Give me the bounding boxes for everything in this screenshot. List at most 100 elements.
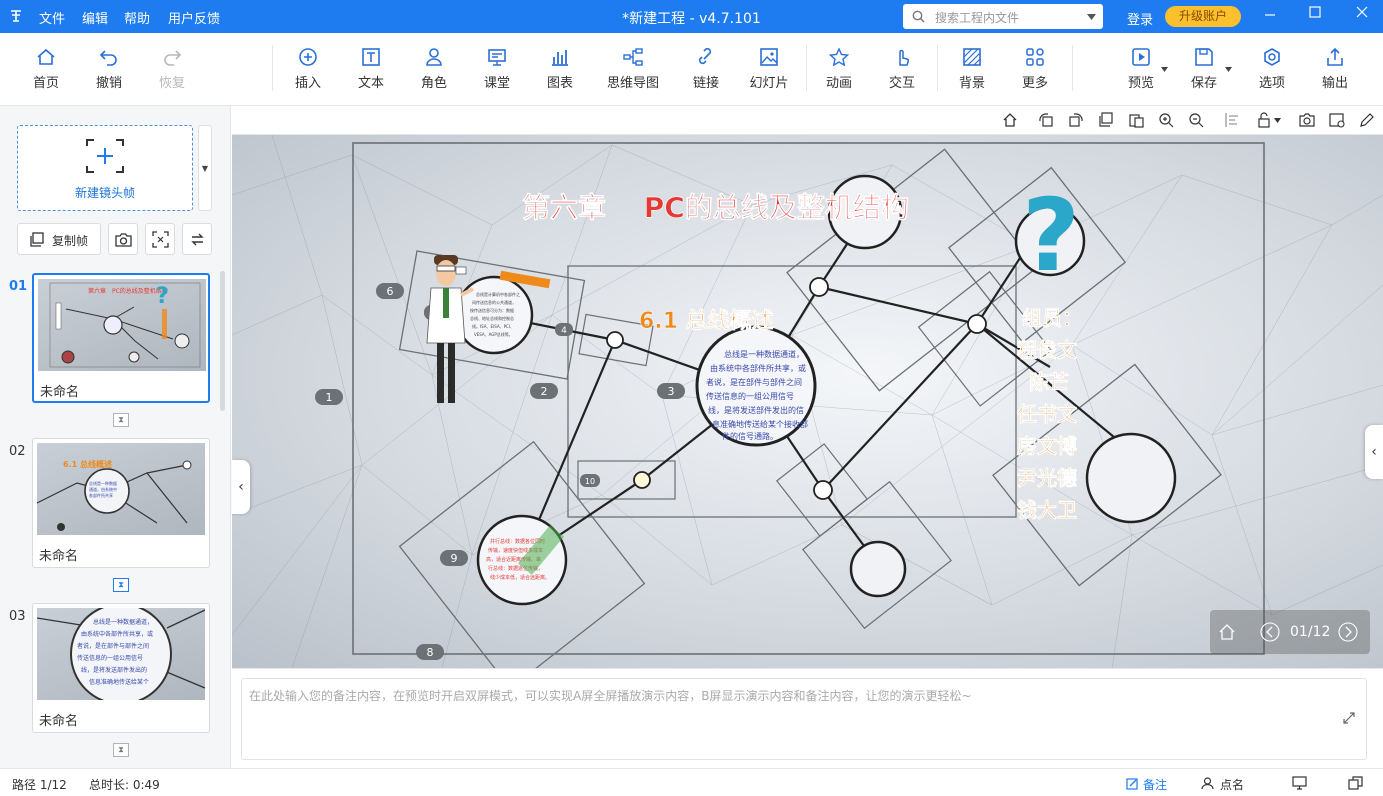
export-button[interactable]: 输出 [1305, 48, 1365, 91]
preview-label: 预览 [1127, 76, 1154, 91]
close-icon[interactable] [1352, 6, 1372, 26]
minimize-icon[interactable] [1260, 6, 1280, 26]
svg-text:间传送信息的公共通道，: 间传送信息的公共通道， [472, 299, 516, 305]
notes-input[interactable]: 在此处输入您的备注内容，在预览时开启双屏模式，可以实现A屏全屏播放演示内容，B屏… [241, 678, 1367, 760]
mindmap-button[interactable]: 思维导图 [593, 48, 673, 91]
rotate-left-icon[interactable] [1038, 112, 1054, 128]
align-icon[interactable] [1224, 112, 1240, 128]
edit-icon[interactable] [1359, 112, 1375, 128]
classroom-label: 课堂 [483, 76, 510, 91]
login-link[interactable]: 登录 [1127, 9, 1153, 28]
chart-button[interactable]: 图表 [530, 48, 590, 91]
text-icon [362, 48, 380, 66]
undo-button[interactable]: 撤销 [79, 48, 139, 91]
paste-icon[interactable] [1128, 112, 1144, 128]
svg-text:线，是将发送部件发出的信: 线，是将发送部件发出的信 [708, 405, 804, 415]
members-list[interactable]: 组员： 程俊文 陈芒 任书文 房文博 尹光德 钱大卫 [1016, 306, 1083, 523]
classroom-button[interactable]: 课堂 [467, 48, 527, 91]
node-circle[interactable] [849, 540, 907, 598]
plus-circle-icon [299, 48, 317, 66]
new-frame-button[interactable]: 新建镜头帧 [17, 125, 193, 211]
menu-help[interactable]: 帮助 [124, 8, 150, 27]
fit-frame-button[interactable] [145, 223, 175, 255]
slide-title[interactable]: 第六章 PC的总线及整机结构 [522, 191, 909, 225]
upgrade-button[interactable]: 升级账户 [1165, 6, 1241, 27]
slides-button[interactable]: 幻灯片 [739, 48, 799, 91]
toolbar-divider [806, 45, 807, 91]
role-button[interactable]: 角色 [404, 48, 464, 91]
slide-canvas[interactable]: 总线是计算机中各部件之 间传送信息的公共通道， 按传送信息可分为：数据 总线、地址总线… [232, 135, 1383, 668]
menu-edit[interactable]: 编辑 [82, 8, 108, 27]
chevron-down-icon[interactable] [1225, 67, 1232, 72]
interact-label: 交互 [888, 76, 915, 91]
options-button[interactable]: 选项 [1242, 48, 1302, 91]
slide-preview: 第六章 PC的总线及整机结构 ? [38, 279, 206, 371]
background-button[interactable]: 背景 [942, 48, 1002, 91]
person-icon[interactable] [1201, 777, 1214, 790]
content-circle[interactable] [454, 275, 534, 355]
search-input[interactable]: 搜索工程内文件 [903, 4, 1103, 29]
camera-icon[interactable] [1299, 112, 1315, 128]
svg-text:按传送信息可分为：数据: 按传送信息可分为：数据 [470, 307, 514, 313]
transition-icon[interactable]: ⧗ [113, 743, 129, 757]
lock-icon[interactable] [1256, 112, 1272, 128]
slide-thumbnail-1[interactable]: 第六章 PC的总线及整机结构 ? 未命名 [32, 273, 210, 403]
star-icon [829, 48, 849, 66]
menu-feedback[interactable]: 用户反馈 [168, 8, 220, 27]
zoom-in-icon[interactable] [1158, 112, 1174, 128]
home-icon[interactable] [1218, 623, 1236, 641]
redo-button[interactable]: 恢复 [142, 48, 202, 91]
prev-slide-icon[interactable] [1260, 622, 1280, 642]
menu-file[interactable]: 文件 [39, 8, 65, 27]
maximize-icon[interactable] [1305, 6, 1325, 26]
collapse-right-panel-button[interactable]: ‹ [1365, 425, 1383, 479]
node-circle[interactable] [1085, 432, 1177, 524]
node-dot[interactable] [809, 277, 829, 297]
svg-text:各部件所共享: 各部件所共享 [89, 492, 113, 498]
link-icon [698, 48, 712, 65]
rotate-right-icon[interactable] [1068, 112, 1084, 128]
frame-outline[interactable] [786, 148, 1038, 392]
transition-icon[interactable]: ⧗ [113, 413, 129, 427]
expand-icon[interactable] [1342, 711, 1356, 725]
slide-subtitle[interactable]: 6.1 总线概述 [639, 308, 774, 335]
notes-toggle-button[interactable]: 备注 [1143, 776, 1167, 793]
insert-button[interactable]: 插入 [278, 48, 338, 91]
home-button[interactable]: 首页 [16, 48, 76, 91]
swap-frame-button[interactable] [182, 223, 212, 255]
interact-button[interactable]: 交互 [872, 48, 932, 91]
new-frame-dropdown[interactable]: ▼ [198, 125, 212, 211]
zoom-out-icon[interactable] [1188, 112, 1204, 128]
image-settings-icon[interactable] [1329, 112, 1345, 128]
copy-frame-button[interactable]: 复制帧 [17, 223, 101, 255]
sidebar-scrollbar[interactable] [220, 271, 225, 411]
slide-title-label: 未命名 [39, 549, 79, 564]
chevron-down-icon[interactable] [1087, 14, 1096, 20]
node-dot[interactable] [967, 314, 987, 334]
chevron-down-icon[interactable] [1161, 67, 1168, 72]
rollcall-button[interactable]: 点名 [1220, 776, 1244, 793]
node-dot[interactable] [606, 331, 624, 349]
camera-icon [115, 233, 132, 247]
copy-icon[interactable] [1098, 112, 1114, 128]
home-icon[interactable] [1002, 112, 1018, 128]
window-mode-icon[interactable] [1348, 776, 1363, 790]
next-slide-icon[interactable] [1338, 622, 1358, 642]
slide-number: 03 [9, 609, 26, 624]
node-dot[interactable] [633, 471, 651, 489]
chevron-down-icon[interactable] [1274, 118, 1281, 123]
screen-icon[interactable] [1292, 776, 1307, 790]
collapse-left-panel-button[interactable]: ‹ [232, 460, 250, 514]
transition-icon[interactable]: ⧗ [113, 578, 129, 592]
slide-thumbnail-3[interactable]: 总线是一种数据通道， 由系统中各部件所共享，或 者说，是在部件与部件之间 传送信… [32, 603, 210, 733]
text-button[interactable]: 文本 [341, 48, 401, 91]
slide-thumbnail-2[interactable]: 6.1 总线概述 总线是一种数据 通道，由系统中 各部件所共享 未命名 [32, 438, 210, 568]
animation-button[interactable]: 动画 [809, 48, 869, 91]
node-dot[interactable] [813, 480, 833, 500]
screenshot-button[interactable] [108, 223, 138, 255]
copy-frame-label: 复制帧 [52, 234, 89, 248]
notes-icon[interactable] [1126, 777, 1139, 790]
more-button[interactable]: 更多 [1005, 48, 1065, 91]
svg-text:VESA、AGP总线等。: VESA、AGP总线等。 [474, 331, 513, 337]
link-button[interactable]: 链接 [676, 48, 736, 91]
